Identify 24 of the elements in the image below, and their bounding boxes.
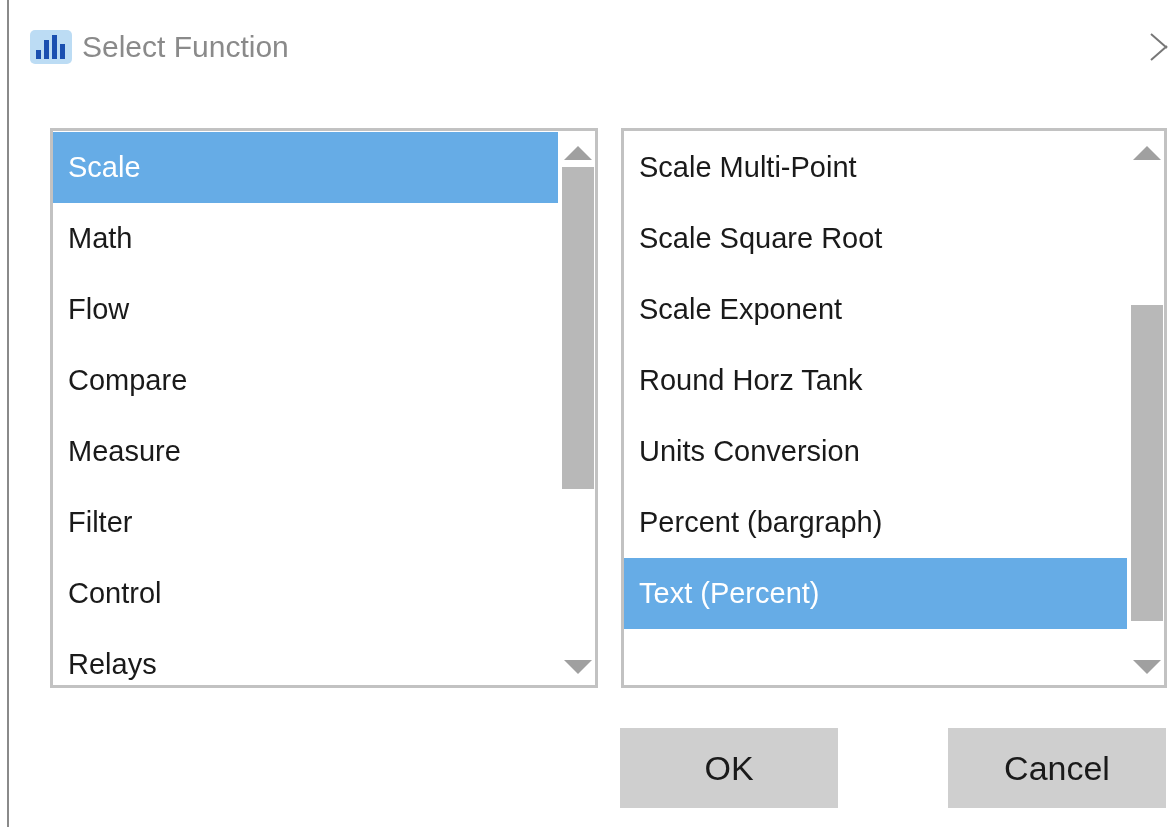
- function-item[interactable]: Percent (bargraph): [624, 487, 1127, 558]
- function-item[interactable]: Units Conversion: [624, 416, 1127, 487]
- function-item[interactable]: Round Horz Tank: [624, 345, 1127, 416]
- close-icon[interactable]: [1150, 33, 1168, 61]
- function-item[interactable]: Scale Exponent: [624, 274, 1127, 345]
- function-item[interactable]: Scale Multi-Point: [624, 132, 1127, 203]
- category-item[interactable]: Measure: [53, 416, 558, 487]
- scroll-up-icon[interactable]: [1131, 143, 1163, 161]
- category-item[interactable]: Relays: [53, 629, 558, 700]
- category-item[interactable]: Control: [53, 558, 558, 629]
- scroll-down-icon[interactable]: [1131, 659, 1163, 677]
- category-item[interactable]: Compare: [53, 345, 558, 416]
- scroll-up-icon[interactable]: [562, 143, 594, 161]
- scrollbar-thumb[interactable]: [1131, 305, 1163, 621]
- window-title: Select Function: [82, 30, 289, 64]
- category-item[interactable]: Math: [53, 203, 558, 274]
- scrollbar-thumb[interactable]: [562, 167, 594, 489]
- bar-chart-icon: [30, 30, 72, 64]
- category-item[interactable]: Flow: [53, 274, 558, 345]
- function-item[interactable]: Scale Square Root: [624, 203, 1127, 274]
- category-item[interactable]: Filter: [53, 487, 558, 558]
- cancel-button[interactable]: Cancel: [948, 728, 1166, 808]
- ok-button[interactable]: OK: [620, 728, 838, 808]
- scroll-down-icon[interactable]: [562, 659, 594, 677]
